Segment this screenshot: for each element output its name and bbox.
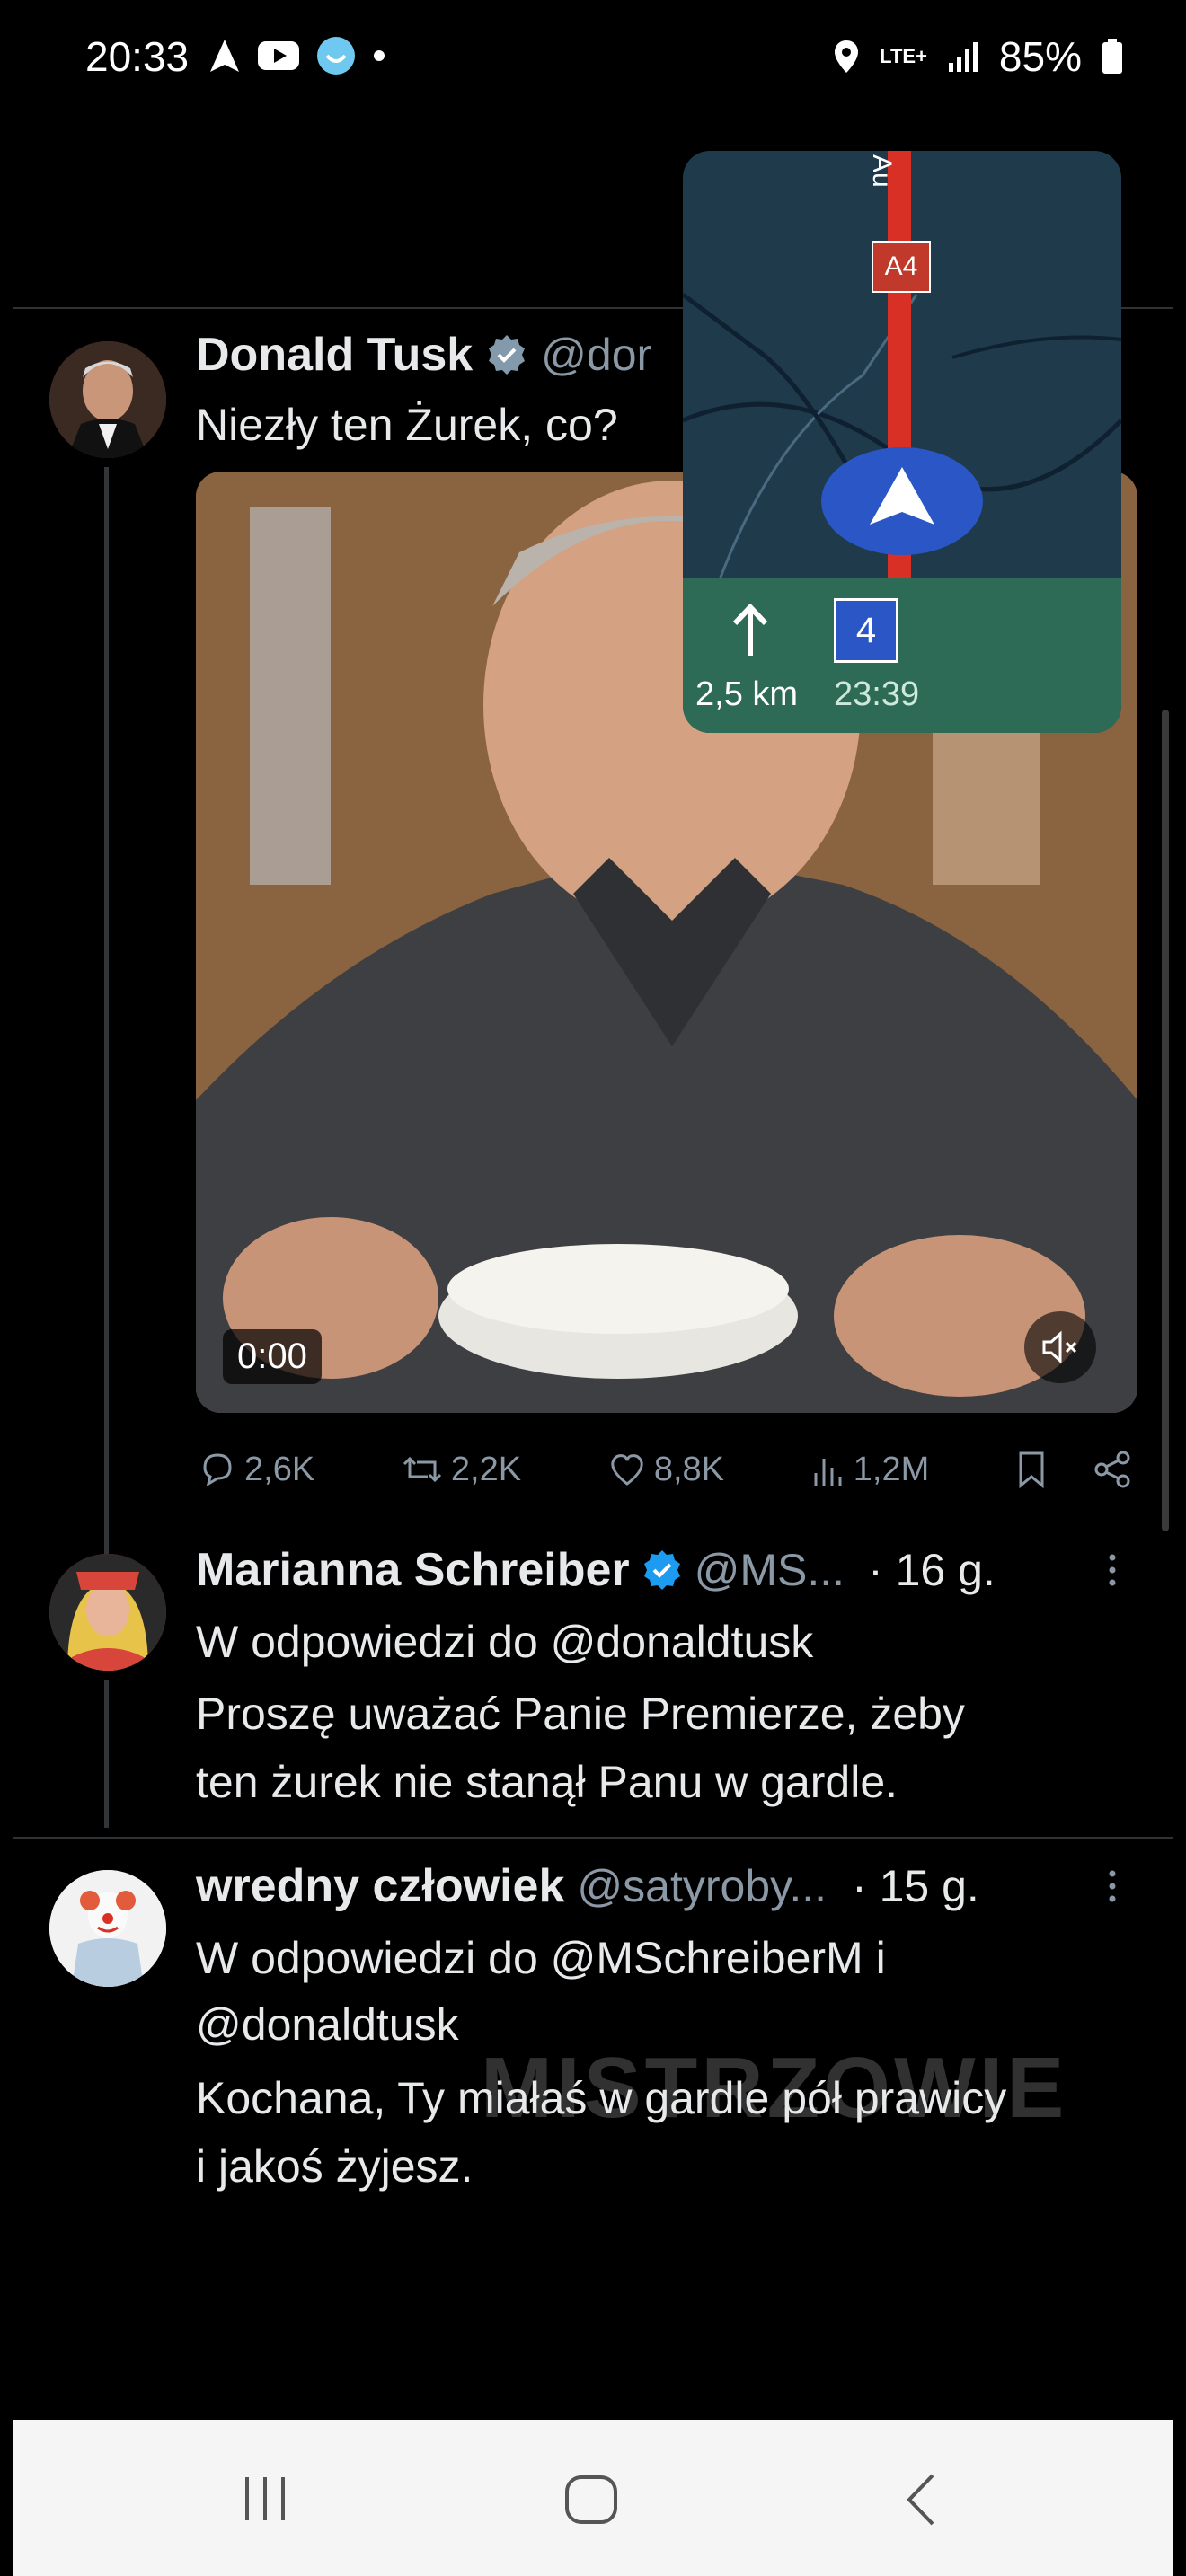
video-time: 0:00 (223, 1329, 322, 1384)
status-notification-icons (208, 36, 386, 75)
reply2-author-handle[interactable]: @satyroby... (577, 1860, 827, 1912)
reply2-text-line1: Kochana, Ty miałaś w gardle pół prawicy (196, 2073, 1007, 2123)
comment-icon (203, 1453, 232, 1487)
navigation-arrow-icon (870, 467, 934, 525)
bookmark-icon[interactable] (1015, 1450, 1048, 1489)
view-count: 1,2M (853, 1450, 930, 1488)
system-navigation-bar (13, 2420, 1173, 2576)
tweet-text: Niezły ten Żurek, co? (196, 400, 618, 450)
mute-button[interactable] (1024, 1311, 1096, 1383)
nav-distance: 2,5 km (695, 675, 799, 713)
more-options-icon[interactable] (1103, 1866, 1121, 1906)
repost-button[interactable]: 2,2K (401, 1450, 521, 1489)
reply1-replying-to: W odpowiedzi do @donaldtusk (196, 1617, 814, 1667)
navigation-arrow-icon (210, 40, 239, 72)
dot-icon (374, 50, 385, 61)
reply1-author-name[interactable]: Marianna Schreiber (196, 1543, 630, 1597)
views-chart-icon (814, 1459, 842, 1486)
back-icon[interactable] (898, 2472, 943, 2527)
reply-divider (13, 1837, 1173, 1839)
repost-icon (403, 1456, 441, 1483)
repost-count: 2,2K (450, 1450, 522, 1488)
network-label: LTE+ (880, 45, 927, 67)
straight-arrow-icon (732, 604, 768, 656)
thread-line (104, 467, 109, 1554)
tweet-header: Donald Tusk @dor (196, 328, 651, 382)
share-icon[interactable] (1093, 1450, 1132, 1489)
battery-icon (1102, 39, 1122, 74)
status-time: 20:33 (85, 33, 190, 80)
nav-eta: 23:39 (834, 675, 920, 713)
road-name: Au (867, 154, 897, 188)
avatar-donald-tusk[interactable] (49, 341, 166, 458)
nav-instruction-panel: 2,5 km 4 23:39 (683, 578, 1121, 733)
heart-icon (611, 1454, 643, 1486)
reply2-time: · 15 g. (852, 1861, 979, 1911)
reply1-header: Marianna Schreiber @MS... · 16 g. (196, 1543, 1121, 1597)
reply1-text-line2: ten żurek nie stanął Panu w gardle. (196, 1757, 898, 1807)
reply-count: 2,6K (244, 1450, 315, 1488)
reply2-replying-to-line2: @donaldtusk (196, 1999, 459, 2050)
avatar-wredny-czlowiek[interactable] (49, 1870, 166, 1987)
exit-badge: 4 (834, 598, 898, 663)
reply2-replying-to-line1: W odpowiedzi do @MSchreiberM i (196, 1933, 886, 1983)
reply2-header: wredny człowiek @satyroby... · 15 g. (196, 1859, 1121, 1913)
verified-icon (643, 1550, 680, 1590)
signal-icon (948, 42, 978, 72)
tweet-actions: 2,6K 2,2K 8,8K 1,2M (198, 1446, 1132, 1493)
views-button[interactable]: 1,2M (810, 1450, 929, 1489)
app-smile-icon (317, 37, 355, 75)
verified-gray-icon (489, 335, 526, 375)
volume-muted-icon (1042, 1330, 1077, 1364)
extra-actions (1015, 1450, 1132, 1489)
reply-button[interactable]: 2,6K (198, 1450, 314, 1489)
youtube-icon (258, 41, 299, 70)
like-count: 8,8K (653, 1450, 725, 1488)
recent-apps-icon[interactable] (238, 2474, 292, 2524)
avatar-marianna-schreiber[interactable] (49, 1554, 166, 1671)
like-button[interactable]: 8,8K (607, 1450, 724, 1489)
reply1-time: · 16 g. (868, 1545, 996, 1595)
reply1-text-line1: Proszę uważać Panie Premierze, żeby (196, 1689, 965, 1739)
scrollbar[interactable] (1162, 710, 1169, 1531)
author-handle[interactable]: @dor (541, 329, 651, 381)
thread-line-2 (104, 1680, 109, 1828)
road-shield: A4 (872, 241, 931, 293)
status-right: LTE+ 85% (833, 32, 1123, 81)
position-marker (821, 447, 983, 555)
reply1-author-handle[interactable]: @MS... (695, 1544, 845, 1596)
location-icon (835, 40, 859, 73)
battery-percent: 85% (998, 33, 1082, 80)
home-icon[interactable] (562, 2472, 621, 2527)
navigation-overlay[interactable]: A4 Au 2,5 km 4 23:39 (683, 151, 1121, 733)
reply2-text-line2: i jakoś żyjesz. (196, 2141, 474, 2192)
author-name[interactable]: Donald Tusk (196, 328, 473, 382)
status-bar: 20:33 LTE+ 85% (0, 0, 1186, 117)
more-options-icon[interactable] (1103, 1550, 1121, 1590)
reply2-author-name[interactable]: wredny człowiek (196, 1859, 564, 1913)
